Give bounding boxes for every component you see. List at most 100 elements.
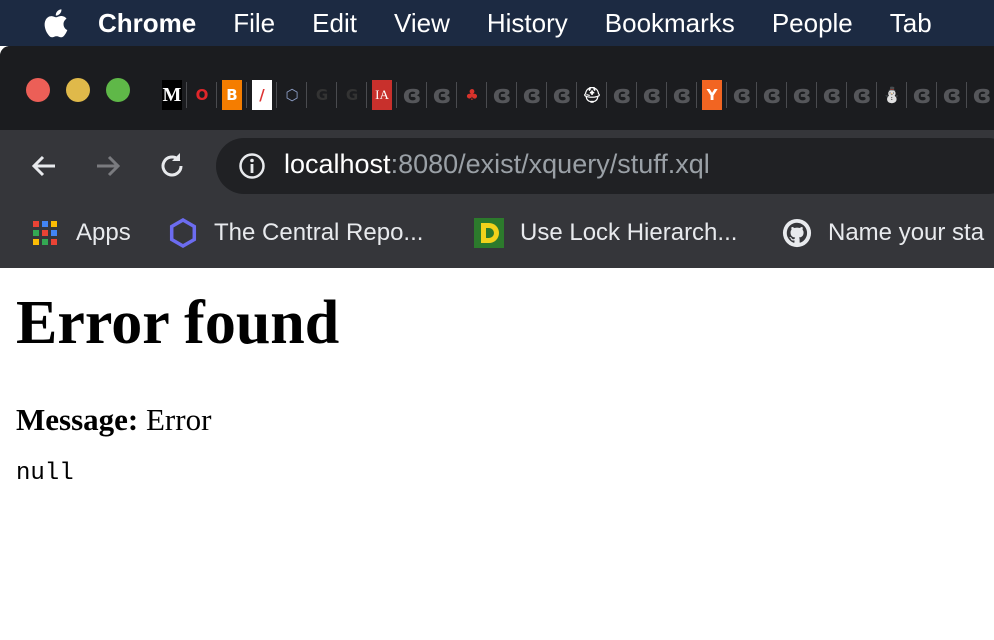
pinned-tab-medium-favicon[interactable]: M: [162, 80, 187, 110]
pinned-tab-ia-favicon[interactable]: IA: [372, 80, 397, 110]
loading-icon: ɞ: [522, 80, 542, 110]
ia-icon: IA: [375, 87, 389, 102]
back-button[interactable]: [26, 148, 62, 184]
loading-icon: ɞ: [912, 80, 932, 110]
maximize-window-button[interactable]: [106, 78, 130, 102]
browser-toolbar: localhost:8080/exist/xquery/stuff.xql: [0, 130, 994, 202]
pinned-tab-loading-favicon[interactable]: ɞ: [522, 80, 547, 110]
loading-icon: ɞ: [972, 80, 992, 110]
pinned-tab-loading-favicon[interactable]: ɞ: [552, 80, 577, 110]
bookmark-label: The Central Repo...: [214, 219, 424, 246]
pinned-tab-loading-favicon[interactable]: ɞ: [852, 80, 877, 110]
minimize-window-button[interactable]: [66, 78, 90, 102]
loading-icon: ɞ: [612, 80, 632, 110]
forward-button[interactable]: [90, 148, 126, 184]
back-arrow-icon: [31, 155, 55, 177]
url-host: localhost: [284, 149, 391, 179]
pinned-tab-loading-favicon[interactable]: ɞ: [432, 80, 457, 110]
feather-icon: /: [259, 86, 265, 104]
menu-file[interactable]: File: [233, 8, 275, 39]
loading-icon: ɞ: [492, 80, 512, 110]
spinner-icon: G: [315, 86, 329, 104]
bookmark-label: Name your sta: [828, 219, 985, 246]
menu-tab[interactable]: Tab: [890, 8, 932, 39]
jenkins-icon: ⛄: [882, 86, 902, 104]
reload-button[interactable]: [154, 148, 190, 184]
loading-icon: ɞ: [792, 80, 812, 110]
pinned-tab-hex-favicon[interactable]: ⬡: [282, 80, 307, 110]
browser-window: M O B / ⬡ G G IA ɞ ɞ ♣ ɞ ɞ ɞ ⛑ ɞ ɞ ɞ Yɞ ɞ ɞ ɞ ɞ ⛄ ɞ ɞ ɞ localhost:…: [0, 46, 994, 268]
pinned-tab-loading-favicon[interactable]: ɞ: [822, 80, 847, 110]
menu-people[interactable]: People: [772, 8, 853, 39]
message-label: Message:: [16, 402, 139, 437]
pinned-tab-ycombinator-favicon[interactable]: Y: [702, 80, 727, 110]
pinned-tab-maple-favicon[interactable]: ♣: [462, 80, 487, 110]
pinned-tab-loading-favicon[interactable]: ɞ: [402, 80, 427, 110]
menu-chrome[interactable]: Chrome: [98, 8, 196, 39]
loading-icon: ɞ: [852, 80, 872, 110]
pinned-tab-loading-favicon[interactable]: ɞ: [492, 80, 517, 110]
loading-icon: ɞ: [642, 80, 662, 110]
reload-icon: [161, 153, 183, 177]
loading-icon: ɞ: [822, 80, 842, 110]
error-detail: null: [16, 460, 74, 487]
menu-bookmarks[interactable]: Bookmarks: [605, 8, 735, 39]
forward-arrow-icon: [97, 155, 121, 177]
pinned-tab-jenkins-favicon[interactable]: ⛄: [882, 80, 907, 110]
url-text[interactable]: localhost:8080/exist/xquery/stuff.xql: [284, 149, 710, 180]
ycombinator-icon: Y: [706, 86, 718, 104]
loading-icon: ɞ: [402, 80, 422, 110]
message-value: Error: [145, 402, 212, 437]
address-bar[interactable]: localhost:8080/exist/xquery/stuff.xql: [216, 138, 994, 194]
pinned-tab-opera-favicon[interactable]: O: [192, 80, 217, 110]
pinned-tab-loading-favicon[interactable]: ɞ: [942, 80, 967, 110]
apps-grid-icon: [30, 218, 60, 248]
apple-menu-icon[interactable]: [40, 8, 70, 38]
bookmark-github[interactable]: Name your sta: [782, 216, 984, 250]
menu-edit[interactable]: Edit: [312, 8, 357, 39]
pinned-tab-loading-favicon[interactable]: ɞ: [672, 80, 697, 110]
pinned-tab-spinner-favicon[interactable]: G: [342, 80, 367, 110]
bookmark-central-repo[interactable]: The Central Repo...: [168, 216, 423, 250]
bookmark-lock-hierarchy[interactable]: Use Lock Hierarch...: [474, 216, 737, 250]
pinned-tab-loading-favicon[interactable]: ɞ: [732, 80, 757, 110]
loading-icon: ɞ: [762, 80, 782, 110]
pinned-tab-helmet-favicon[interactable]: ⛑: [582, 80, 607, 110]
maple-icon: ♣: [465, 86, 479, 104]
pinned-tab-feather-favicon[interactable]: /: [252, 80, 277, 110]
menu-view[interactable]: View: [394, 8, 450, 39]
error-message: Message: Error: [16, 402, 986, 438]
pinned-tab-loading-favicon[interactable]: ɞ: [912, 80, 937, 110]
pinned-tab-loading-favicon[interactable]: ɞ: [642, 80, 667, 110]
pinned-tab-loading-favicon[interactable]: ɞ: [972, 80, 992, 110]
bookmarks-bar: Apps The Central Repo... Use Lock Hierar…: [0, 202, 994, 268]
opera-icon: O: [195, 86, 209, 104]
github-icon: [782, 218, 812, 248]
bookmark-label: Use Lock Hierarch...: [520, 219, 738, 246]
pinned-tab-spinner-favicon[interactable]: G: [312, 80, 337, 110]
page-title: Error found: [16, 289, 340, 357]
hex-icon: ⬡: [285, 86, 299, 104]
loading-icon: ɞ: [672, 80, 692, 110]
d-logo-icon: [474, 218, 504, 248]
bookmark-label: Apps: [76, 219, 131, 246]
medium-icon: M: [162, 83, 182, 106]
blogger-icon: B: [226, 86, 238, 104]
menu-history[interactable]: History: [487, 8, 568, 39]
close-window-button[interactable]: [26, 78, 50, 102]
loading-icon: ɞ: [432, 80, 452, 110]
loading-icon: ɞ: [552, 80, 572, 110]
helmet-icon: ⛑: [582, 86, 602, 104]
loading-icon: ɞ: [942, 80, 962, 110]
pinned-tab-loading-favicon[interactable]: ɞ: [792, 80, 817, 110]
pinned-tab-blogger-favicon[interactable]: B: [222, 80, 247, 110]
hexagon-icon: [168, 218, 198, 248]
spinner-icon: G: [345, 86, 359, 104]
bookmark-apps[interactable]: Apps: [30, 216, 131, 250]
url-path: :8080/exist/xquery/stuff.xql: [390, 149, 710, 179]
pinned-tab-loading-favicon[interactable]: ɞ: [762, 80, 787, 110]
tab-strip: M O B / ⬡ G G IA ɞ ɞ ♣ ɞ ɞ ɞ ⛑ ɞ ɞ ɞ Yɞ ɞ ɞ ɞ ɞ ⛄ ɞ ɞ ɞ: [0, 46, 994, 130]
page-content: Error found Message: Error null: [16, 268, 986, 487]
pinned-tab-loading-favicon[interactable]: ɞ: [612, 80, 637, 110]
site-info-icon[interactable]: [238, 152, 266, 180]
